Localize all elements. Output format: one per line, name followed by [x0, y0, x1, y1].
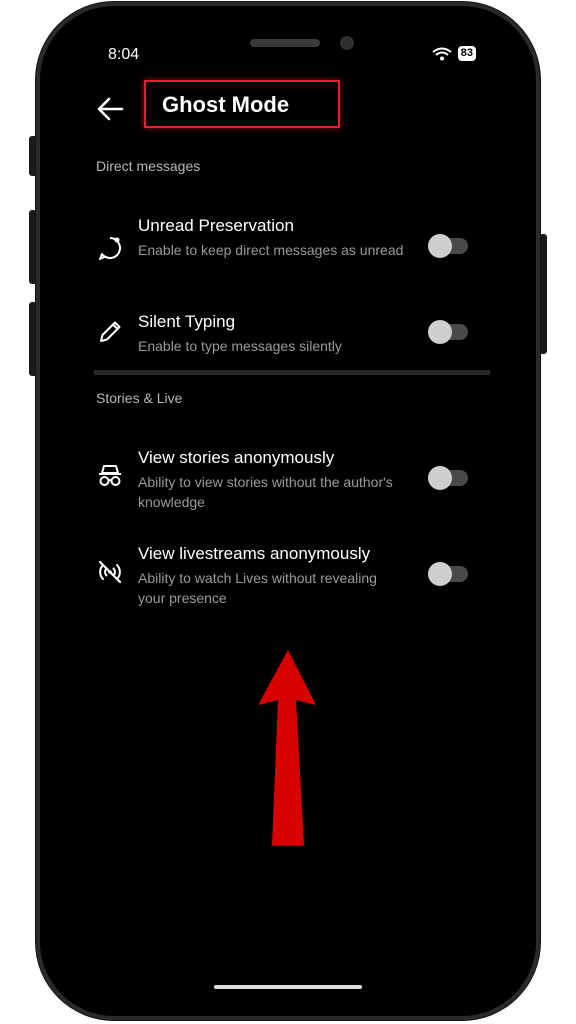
annotation-red-arrow — [258, 650, 316, 845]
front-camera — [340, 36, 354, 50]
notch — [162, 6, 418, 66]
power-button — [539, 234, 547, 354]
home-indicator[interactable] — [214, 985, 362, 989]
app-screen: 8:04 83 Ghost Mode Direct messages Unrea… — [80, 30, 496, 994]
speaker-grille — [250, 39, 320, 47]
